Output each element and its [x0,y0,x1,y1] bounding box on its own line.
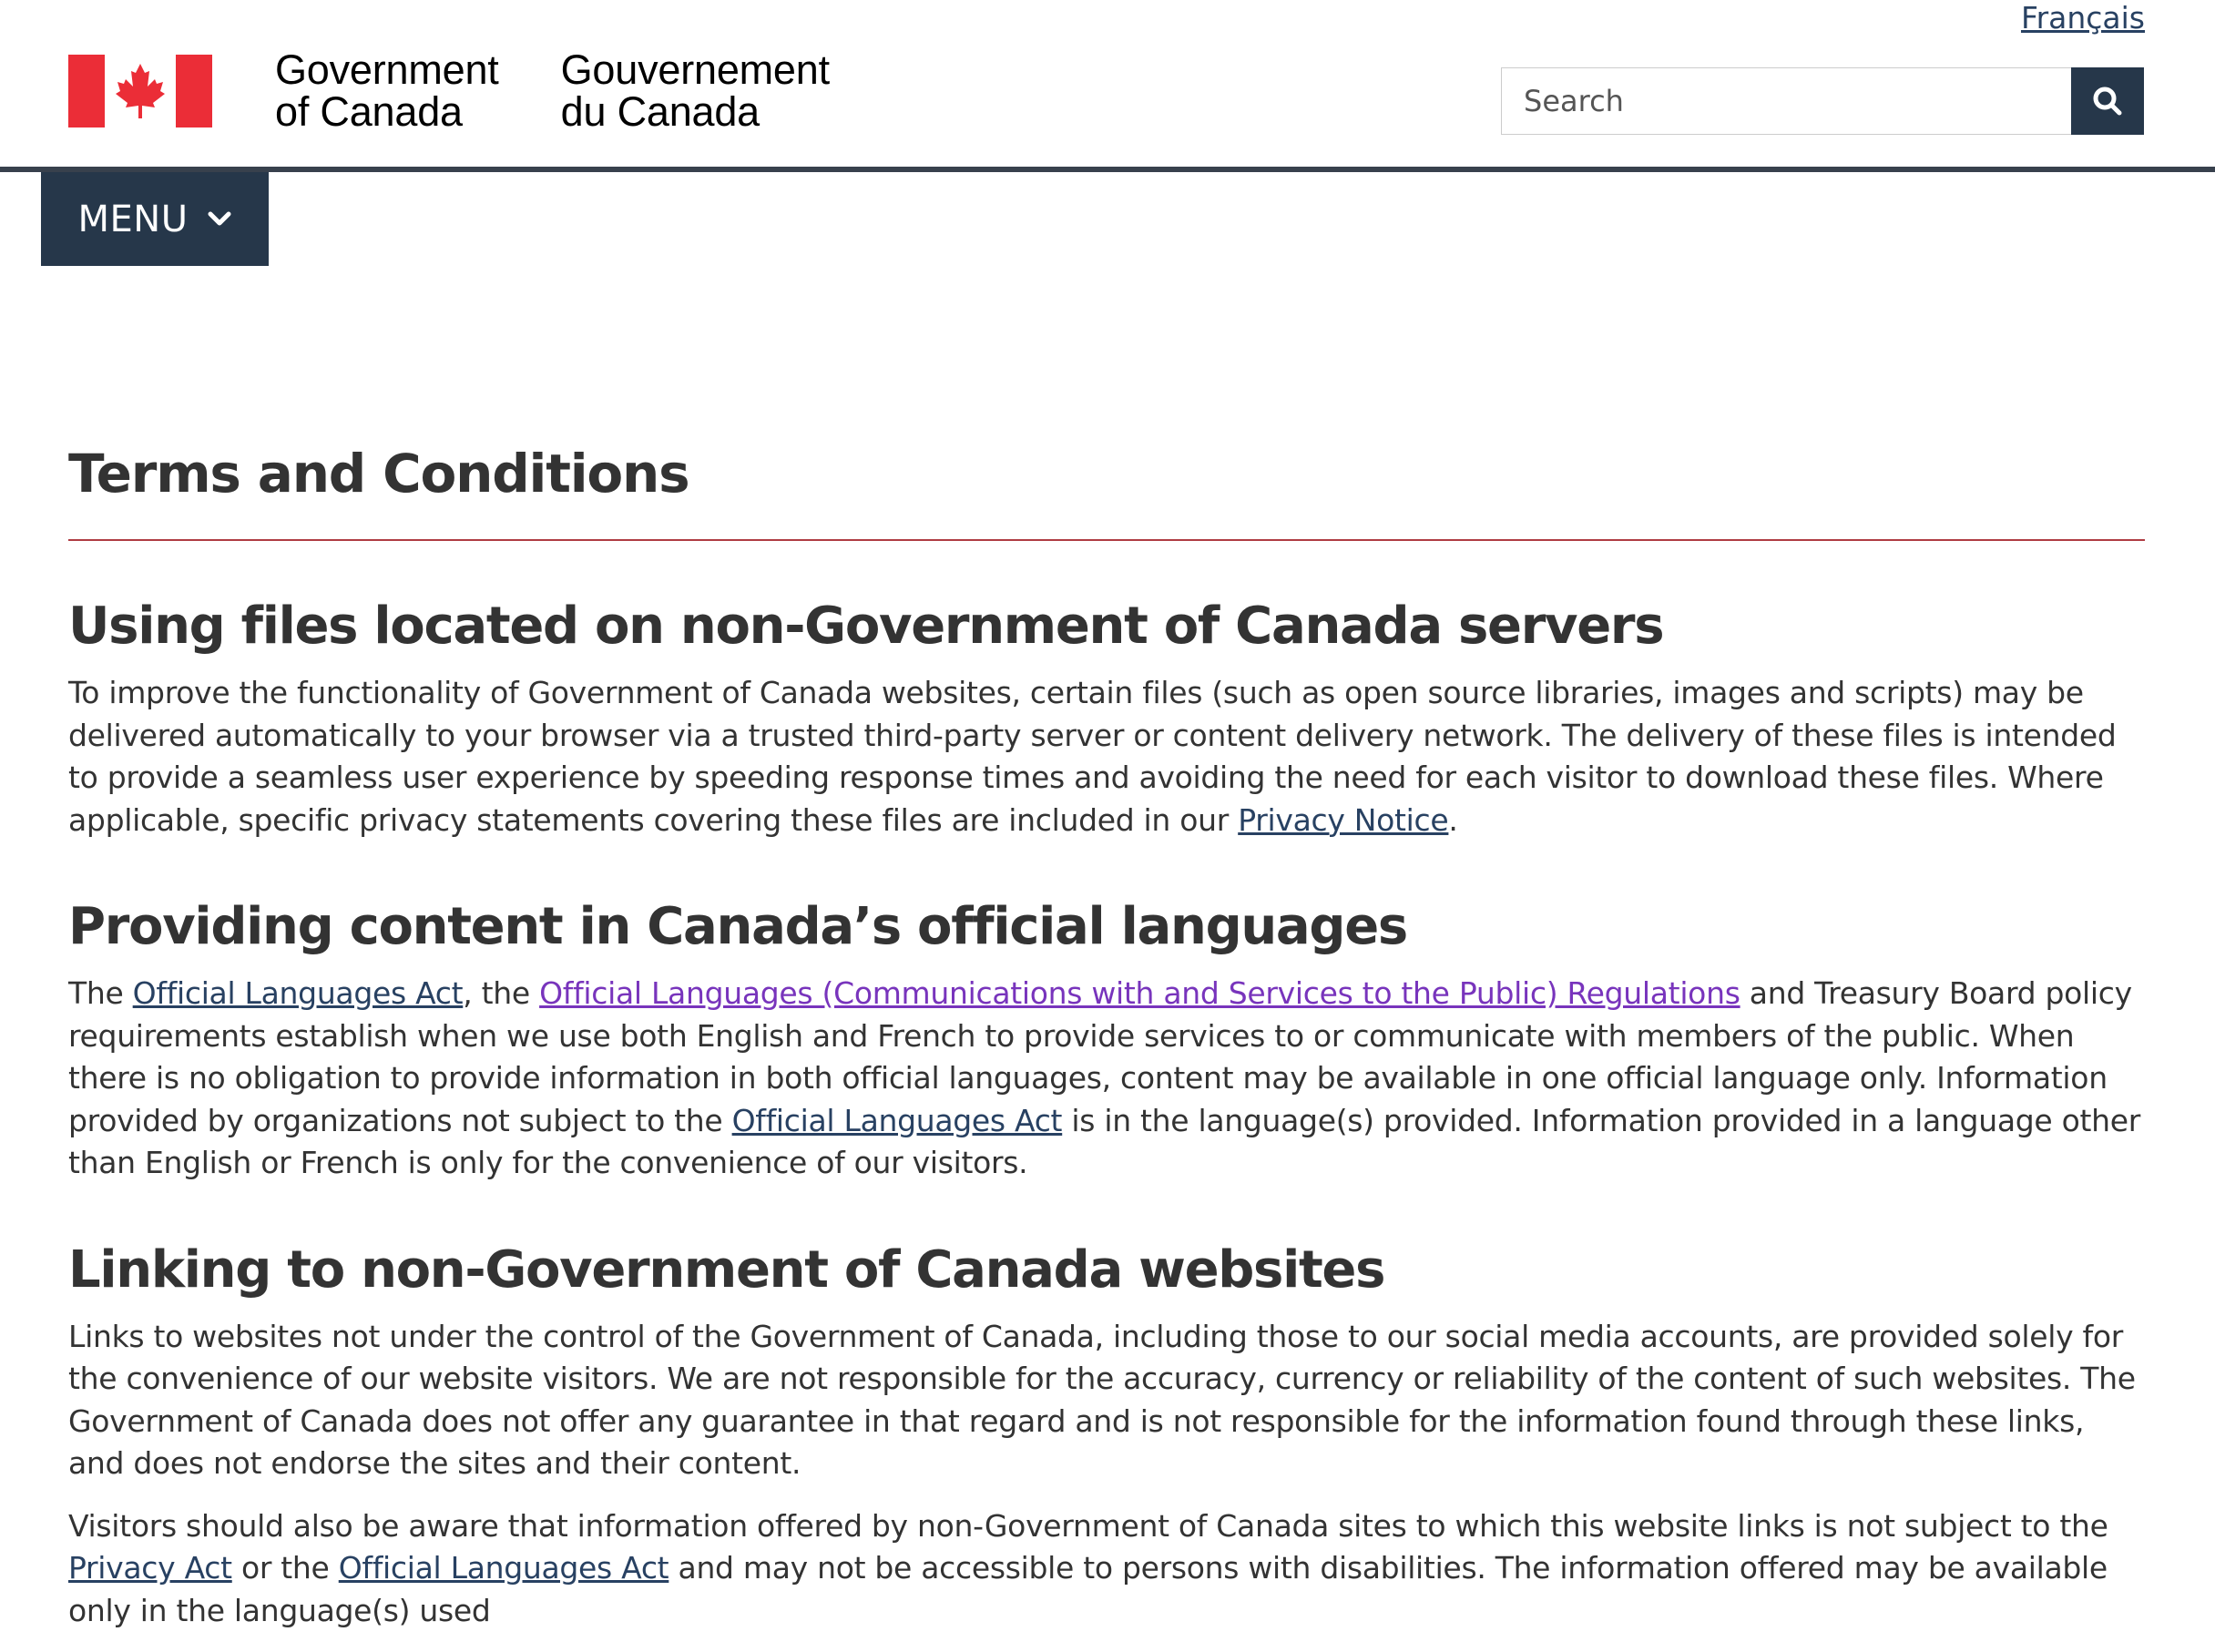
government-signature[interactable]: Government of Canada Gouvernement du Can… [68,49,830,133]
paragraph-text: , the [463,975,540,1011]
canada-flag-icon [68,55,212,127]
section-files-paragraph: To improve the functionality of Governme… [68,672,2145,841]
official-languages-act-link-2[interactable]: Official Languages Act [732,1103,1063,1138]
section-linking-paragraph-2: Visitors should also be aware that infor… [68,1505,2145,1633]
wordmark-en-line1: Government [275,46,499,93]
wordmark-fr-line2: du Canada [560,88,760,135]
menu-button[interactable]: MENU [41,172,269,266]
official-languages-regulations-link[interactable]: Official Languages (Communications with … [539,975,1740,1011]
wordmark-french: Gouvernement du Canada [561,49,830,133]
section-heading-linking: Linking to non-Government of Canada webs… [68,1239,1385,1300]
paragraph-text: or the [231,1550,339,1586]
paragraph-text: To improve the functionality of Governme… [68,675,2117,838]
official-languages-act-link[interactable]: Official Languages Act [133,975,464,1011]
privacy-act-link[interactable]: Privacy Act [68,1550,232,1586]
section-heading-languages: Providing content in Canada’s official l… [68,897,1408,956]
search-input[interactable] [1501,67,2071,135]
section-languages-paragraph: The Official Languages Act, the Official… [68,973,2145,1185]
search-button[interactable] [2071,67,2144,135]
section-linking-paragraph-1: Links to websites not under the control … [68,1318,2136,1482]
section-heading-files: Using files located on non-Government of… [68,597,1665,656]
wordmark-english: Government of Canada [275,49,499,133]
wordmark-en-line2: of Canada [275,88,463,135]
language-toggle-link[interactable]: Français [2021,0,2145,36]
header-rule [0,167,2215,172]
privacy-notice-link[interactable]: Privacy Notice [1238,802,1449,838]
official-languages-act-link-3[interactable]: Official Languages Act [339,1550,669,1586]
site-search [1501,67,2144,135]
chevron-down-icon [208,211,231,225]
paragraph-text: Visitors should also be aware that infor… [68,1507,2108,1544]
menu-label: MENU [77,198,189,240]
main-content: Terms and Conditions Using files located… [68,428,2145,1652]
paragraph-text: The [68,975,133,1011]
page-title: Terms and Conditions [68,428,2145,541]
search-icon [2093,87,2122,116]
wordmark-fr-line1: Gouvernement [560,46,830,93]
paragraph-text: . [1448,801,1458,838]
